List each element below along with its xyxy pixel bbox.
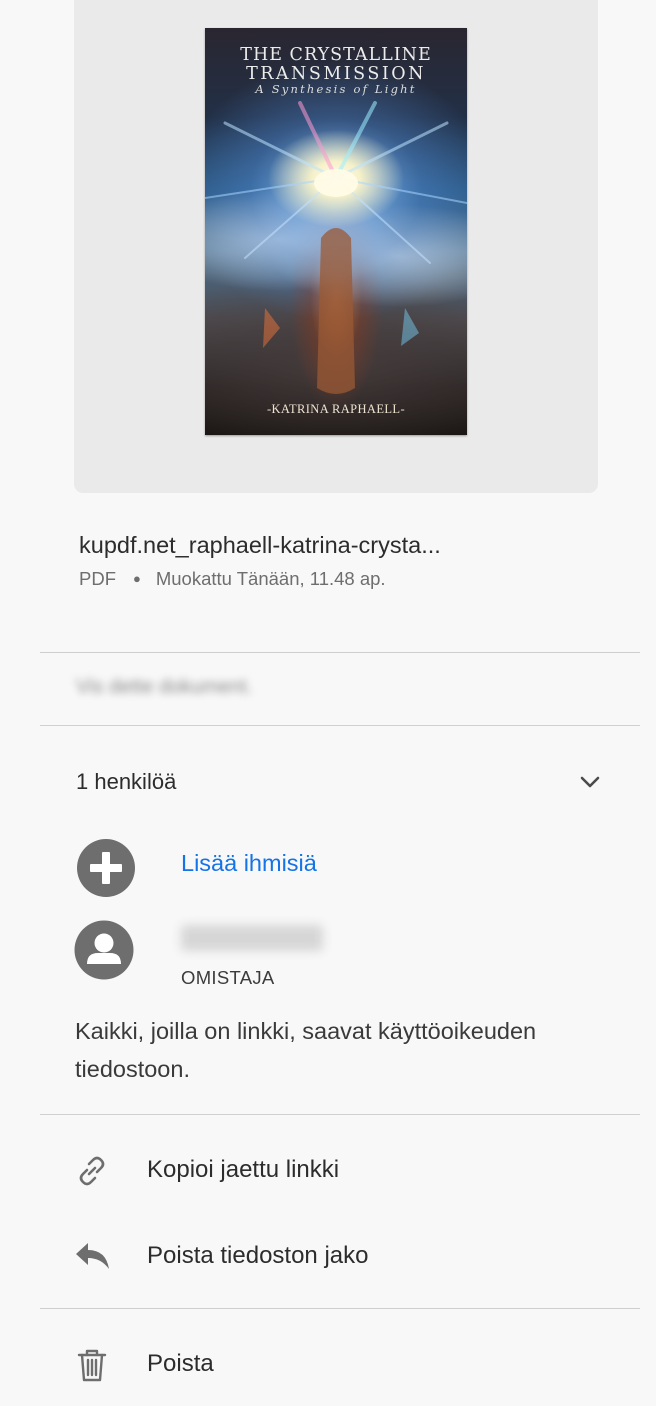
file-name: kupdf.net_raphaell-katrina-crysta... [79,532,441,558]
owner-entry: OMISTAJA [74,918,474,998]
divider [40,1308,640,1309]
copy-link-button[interactable]: Kopioi jaettu linkki [74,1150,574,1192]
owner-role: OMISTAJA [181,967,275,988]
file-type: PDF [79,568,116,589]
link-access-note: Kaikki, joilla on linkki, saavat käyttöo… [75,1018,537,1082]
add-circle-icon [77,839,135,897]
blurred-message: Vis dette dokument. [76,676,253,698]
divider [40,725,640,726]
file-modified: Muokattu Tänään, 11.48 ap. [155,568,386,589]
delete-label: Poista [147,1350,214,1377]
cover-author: -KATRINA RAPHAELL- [266,402,406,416]
file-meta: PDF ● Muokattu Tänään, 11.48 ap. [79,568,386,590]
unshare-label: Poista tiedoston jako [147,1242,369,1269]
chevron-down-icon[interactable] [578,770,602,794]
people-count: 1 henkilöä [76,769,177,794]
copy-link-label: Kopioi jaettu linkki [147,1156,340,1183]
user-avatar-icon [74,920,134,980]
owner-name-redacted [181,925,323,951]
people-section-toggle[interactable]: 1 henkilöä [76,765,602,799]
add-people-button[interactable]: Lisää ihmisiä [76,838,406,898]
document-thumbnail[interactable]: THE CRYSTALLINE TRANSMISSION A Synthesis… [205,28,467,435]
unshare-button[interactable]: Poista tiedoston jako [74,1236,574,1278]
cover-title: THE CRYSTALLINE TRANSMISSION [240,45,432,84]
reply-arrow-icon [76,1243,109,1269]
link-icon [79,1156,105,1186]
add-people-label: Lisää ihmisiä [181,850,317,876]
divider [40,1114,640,1115]
cover-subtitle: A Synthesis of Light [255,82,417,96]
delete-button[interactable]: Poista [74,1344,574,1386]
separator-dot: ● [133,571,141,586]
trash-icon [77,1349,107,1382]
divider [40,652,640,653]
file-details-panel: THE CRYSTALLINE TRANSMISSION A Synthesis… [0,0,656,1406]
